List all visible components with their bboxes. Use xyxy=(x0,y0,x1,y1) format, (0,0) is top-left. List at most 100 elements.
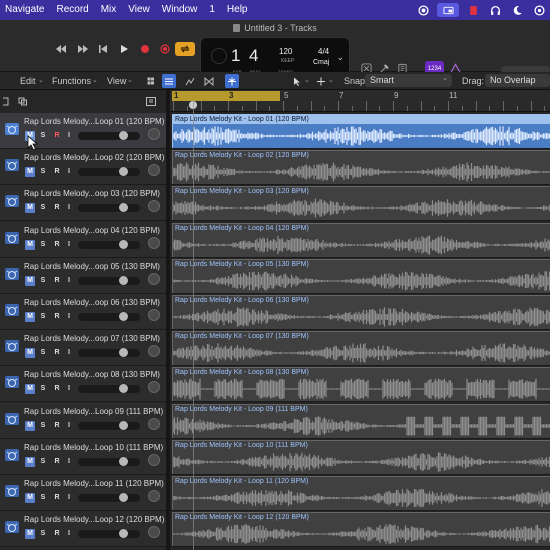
rewind-button[interactable] xyxy=(53,42,69,56)
track-lane[interactable]: Rap Lords Melody Kit - Loop 04 (120 BPM) xyxy=(170,222,550,258)
edit-menu[interactable]: Edit xyxy=(20,76,36,86)
menu-1[interactable]: 1 xyxy=(203,0,221,20)
track-lane[interactable]: Rap Lords Melody Kit - Loop 01 (120 BPM) xyxy=(170,113,550,149)
pan-knob[interactable] xyxy=(148,236,160,249)
volume-slider[interactable] xyxy=(78,275,140,285)
volume-knob[interactable] xyxy=(119,239,128,249)
mute-button[interactable]: M xyxy=(25,348,35,359)
pan-knob[interactable] xyxy=(148,490,160,502)
record-enable-button[interactable]: R xyxy=(52,312,62,322)
input-monitoring-button[interactable]: I xyxy=(64,312,74,322)
track-name[interactable]: Rap Lords Melody...oop 07 (130 BPM) xyxy=(24,334,164,343)
audio-region[interactable]: Rap Lords Melody Kit - Loop 02 (120 BPM) xyxy=(172,150,550,185)
mute-button[interactable]: M xyxy=(25,167,35,178)
mute-button[interactable]: M xyxy=(25,529,35,540)
input-monitoring-button[interactable]: I xyxy=(64,167,74,177)
record-dot-icon[interactable] xyxy=(412,0,434,20)
track-lane[interactable]: Rap Lords Melody Kit - Loop 12 (120 BPM) xyxy=(170,511,550,548)
view-menu-chevron-icon[interactable]: ⌄ xyxy=(127,76,133,84)
lcd-tempo[interactable]: 120 xyxy=(279,47,292,56)
record-enable-button[interactable]: R xyxy=(52,384,62,394)
track-lane[interactable]: Rap Lords Melody Kit - Loop 06 (130 BPM) xyxy=(170,294,550,330)
volume-slider[interactable] xyxy=(78,203,140,213)
track-name[interactable]: Rap Lords Melody...Loop 10 (111 BPM) xyxy=(24,443,164,452)
mute-button[interactable]: M xyxy=(25,203,35,214)
record-button[interactable] xyxy=(137,42,153,56)
volume-knob[interactable] xyxy=(119,529,128,539)
input-monitoring-button[interactable]: I xyxy=(64,203,74,213)
audio-region[interactable]: Rap Lords Melody Kit - Loop 12 (120 BPM) xyxy=(172,512,550,547)
automation-icon[interactable] xyxy=(183,74,197,88)
mute-button[interactable]: M xyxy=(25,239,35,250)
volume-slider[interactable] xyxy=(78,384,140,394)
volume-slider[interactable] xyxy=(78,239,140,249)
menu-navigate[interactable]: Navigate xyxy=(0,0,50,20)
duplicate-track-icon[interactable] xyxy=(16,94,30,108)
play-button[interactable] xyxy=(116,42,132,56)
solo-button[interactable]: S xyxy=(38,276,48,286)
track-header[interactable]: Rap Lords Melody...oop 06 (130 BPM) M S R I xyxy=(0,294,166,330)
pointer-tool-icon[interactable] xyxy=(290,74,304,88)
playhead[interactable] xyxy=(193,100,194,550)
crosshair-tool-chevron-icon[interactable]: ⌄ xyxy=(328,76,334,84)
control-center-icon[interactable] xyxy=(528,0,550,20)
solo-button[interactable]: S xyxy=(38,421,48,431)
volume-slider[interactable] xyxy=(78,131,140,140)
cycle-button[interactable] xyxy=(175,42,195,56)
track-name[interactable]: Rap Lords Melody...oop 03 (120 BPM) xyxy=(24,189,164,198)
audio-region[interactable]: Rap Lords Melody Kit - Loop 05 (130 BPM) xyxy=(172,258,550,293)
moon-icon[interactable] xyxy=(506,0,528,20)
snap-select[interactable]: Smart ⌄ xyxy=(365,74,452,87)
pan-knob[interactable] xyxy=(148,526,160,539)
pan-knob[interactable] xyxy=(148,272,160,285)
input-monitoring-button[interactable]: I xyxy=(64,348,74,358)
track-lane[interactable]: Rap Lords Melody Kit - Loop 08 (130 BPM) xyxy=(170,366,550,403)
input-monitoring-button[interactable]: I xyxy=(64,529,74,539)
audio-region[interactable]: Rap Lords Melody Kit - Loop 03 (120 BPM) xyxy=(172,186,550,221)
red-square-icon[interactable] xyxy=(462,0,484,20)
volume-knob[interactable] xyxy=(119,275,128,285)
solo-button[interactable]: S xyxy=(38,493,48,503)
audio-region[interactable]: Rap Lords Melody Kit - Loop 04 (120 BPM) xyxy=(172,222,550,257)
menu-record[interactable]: Record xyxy=(50,0,94,20)
solo-button[interactable]: S xyxy=(38,203,48,213)
audio-region[interactable]: Rap Lords Melody Kit - Loop 06 (130 BPM) xyxy=(172,295,550,329)
input-monitoring-button[interactable]: I xyxy=(64,240,74,250)
input-monitoring-button[interactable]: I xyxy=(64,457,74,467)
record-enable-button[interactable]: R xyxy=(52,203,62,213)
volume-knob[interactable] xyxy=(119,312,128,321)
track-lane[interactable]: Rap Lords Melody Kit - Loop 11 (120 BPM) xyxy=(170,475,550,511)
solo-button[interactable]: S xyxy=(38,384,48,394)
menu-view[interactable]: View xyxy=(122,0,156,20)
track-header[interactable]: Rap Lords Melody...Loop 11 (120 BPM) M S R I xyxy=(0,475,166,511)
track-name[interactable]: Rap Lords Melody...Loop 02 (120 BPM) xyxy=(24,153,164,162)
mute-button[interactable]: M xyxy=(25,384,35,395)
timeline-ruler[interactable]: 1 3 5 7 9 11 xyxy=(170,90,550,112)
track-lane[interactable]: Rap Lords Melody Kit - Loop 05 (130 BPM) xyxy=(170,258,550,294)
track-name[interactable]: Rap Lords Melody...Loop 11 (120 BPM) xyxy=(24,479,164,488)
track-header[interactable]: Rap Lords Melody...Loop 09 (111 BPM) M S R I xyxy=(0,402,166,439)
screen-icon[interactable] xyxy=(437,3,459,17)
track-header[interactable]: Rap Lords Melody...oop 08 (130 BPM) M S R I xyxy=(0,366,166,403)
catch-playhead-icon[interactable] xyxy=(225,74,239,88)
volume-slider[interactable] xyxy=(78,493,140,502)
functions-menu-chevron-icon[interactable]: ⌄ xyxy=(92,76,98,84)
audio-region[interactable]: Rap Lords Melody Kit - Loop 07 (130 BPM) xyxy=(172,331,550,366)
view-menu[interactable]: View xyxy=(107,76,126,86)
audio-region[interactable]: Rap Lords Melody Kit - Loop 10 (111 BPM) xyxy=(172,439,550,474)
record-enable-button[interactable]: R xyxy=(52,529,62,539)
volume-knob[interactable] xyxy=(119,384,128,394)
record-enable-button[interactable]: R xyxy=(52,167,62,177)
pan-knob[interactable] xyxy=(148,381,160,394)
lcd-key[interactable]: Cmaj xyxy=(313,59,329,66)
pointer-tool-chevron-icon[interactable]: ⌄ xyxy=(304,76,310,84)
add-track-icon[interactable] xyxy=(0,94,14,108)
track-name[interactable]: Rap Lords Melody...oop 04 (120 BPM) xyxy=(24,226,164,235)
track-lane[interactable]: Rap Lords Melody Kit - Loop 10 (111 BPM) xyxy=(170,439,550,475)
audio-region[interactable]: Rap Lords Melody Kit - Loop 08 (130 BPM) xyxy=(172,367,550,402)
chevron-down-icon[interactable]: ⌄ xyxy=(336,52,344,63)
list-view-icon[interactable] xyxy=(162,74,176,88)
track-header[interactable]: Rap Lords Melody...oop 03 (120 BPM) M S R I xyxy=(0,185,166,222)
cycle-region[interactable] xyxy=(172,91,280,101)
headphones-icon[interactable] xyxy=(484,0,506,20)
